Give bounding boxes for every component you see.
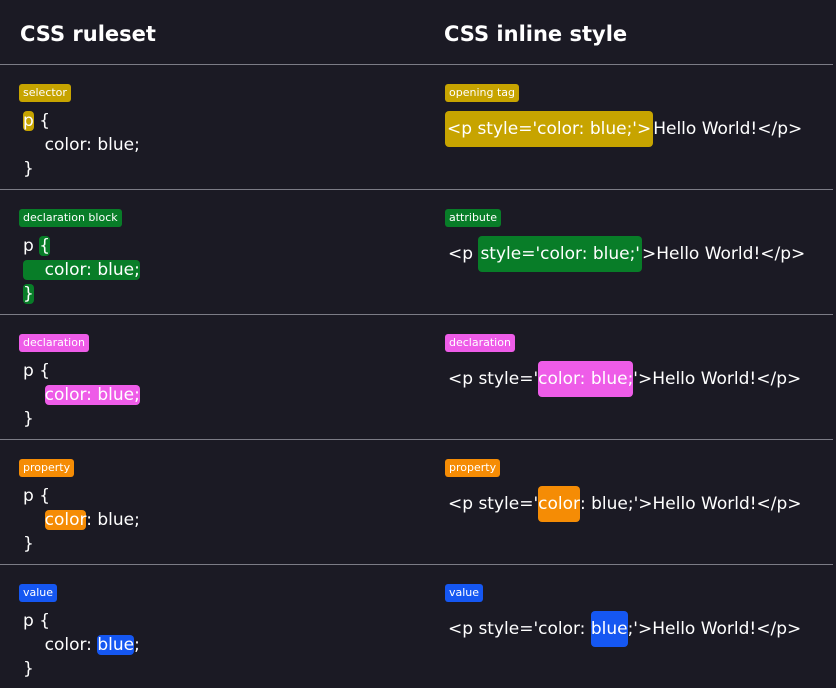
label-declaration-block: declaration block: [19, 209, 122, 227]
ruleset-code: p { color: blue; }: [23, 611, 140, 679]
inline-code: <p style='color: blue;'>Hello World!</p>: [445, 111, 802, 147]
highlight-value: blue: [97, 635, 135, 655]
label-value-inline: value: [445, 584, 484, 602]
highlight-declaration-inline: color: blue;: [538, 361, 634, 397]
row-value: value p { color: blue; } value <p style=…: [0, 564, 836, 688]
row-declaration: declaration p { color: blue; } declarati…: [0, 314, 836, 438]
ruleset-code: p { color: blue; }: [23, 361, 140, 429]
inline-code: <p style='color: blue;'>Hello World!</p>: [448, 361, 801, 397]
highlight-opening-tag: <p style='color: blue;'>: [445, 111, 654, 147]
ruleset-code: p { color: blue; }: [23, 111, 140, 179]
highlight-property: color: [44, 510, 87, 530]
highlight-property-inline: color: [538, 486, 580, 522]
label-declaration: declaration: [19, 334, 89, 352]
inline-code: <p style='color: blue;'>Hello World!</p>: [448, 486, 802, 522]
label-value: value: [19, 584, 58, 602]
label-declaration-inline: declaration: [445, 334, 515, 352]
inline-code: <p style='color: blue;'>Hello World!</p>: [448, 236, 805, 272]
inline-code: <p style='color: blue;'>Hello World!</p>: [448, 611, 801, 647]
row-property: property p { color: blue; } property <p …: [0, 439, 836, 563]
label-property-inline: property: [445, 459, 501, 477]
highlight-selector: p: [23, 111, 34, 131]
highlight-value-inline: blue: [590, 611, 628, 647]
header-css-ruleset: CSS ruleset: [20, 22, 156, 46]
ruleset-code: p { color: blue; }: [23, 236, 140, 304]
row-declaration-block: declaration block p { color: blue; } att…: [0, 189, 836, 313]
row-selector: selector p { color: blue; } opening tag …: [0, 64, 836, 188]
label-selector: selector: [19, 84, 71, 102]
highlight-close-brace: }: [23, 284, 34, 304]
highlight-declaration-block: color: blue;: [23, 260, 140, 280]
label-property: property: [19, 459, 75, 477]
header-css-inline-style: CSS inline style: [444, 22, 628, 46]
highlight-open-brace: {: [39, 236, 51, 256]
highlight-declaration: color: blue;: [44, 385, 140, 405]
label-opening-tag: opening tag: [445, 84, 519, 102]
highlight-attribute: style='color: blue;': [478, 236, 642, 272]
ruleset-code: p { color: blue; }: [23, 486, 140, 554]
label-attribute: attribute: [445, 209, 501, 227]
